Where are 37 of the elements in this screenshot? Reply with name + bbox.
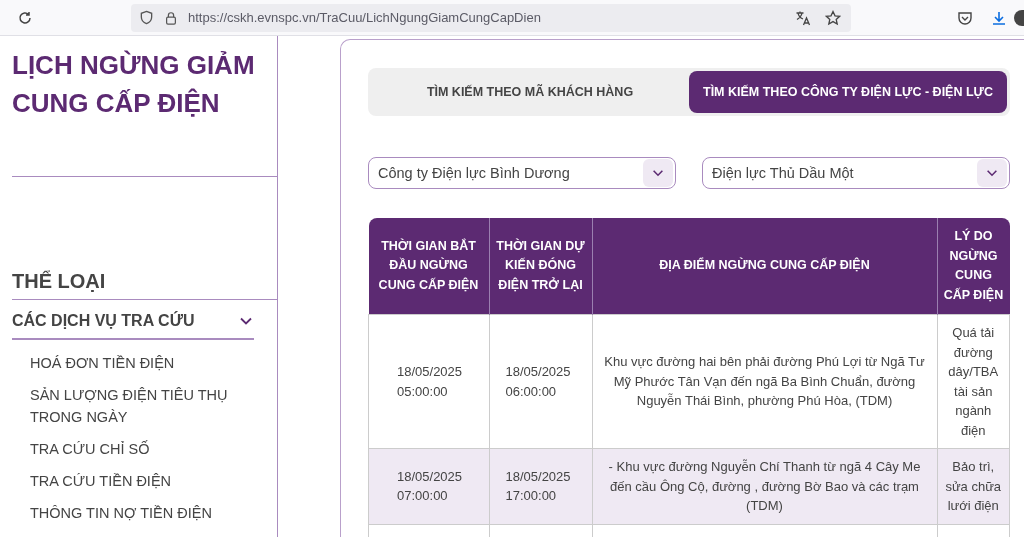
column-header: ĐỊA ĐIỂM NGỪNG CUNG CẤP ĐIỆN [592, 218, 937, 315]
table-cell: Bảo trì, sửa chữa lưới điện [937, 448, 1010, 524]
column-header: THỜI GIAN BẮT ĐẦU NGỪNG CUNG CẤP ĐIỆN [368, 218, 489, 315]
sidebar-link[interactable]: SẢN LƯỢNG ĐIỆN TIÊU THỤ TRONG NGÀY [30, 384, 230, 428]
reload-icon[interactable] [17, 9, 33, 26]
table-cell: 18/05/2025 06:00:00 [489, 314, 592, 449]
column-header: LÝ DO NGỪNG CUNG CẤP ĐIỆN [937, 218, 1010, 315]
sidebar-link[interactable]: HOÁ ĐƠN TIỀN ĐIỆN [30, 352, 230, 374]
star-icon[interactable] [825, 9, 841, 26]
search-tab[interactable]: TÌM KIẾM THEO CÔNG TY ĐIỆN LỰC - ĐIỆN LỰC [689, 71, 1007, 113]
table-cell: - Khu vực đường Nguyễn Chí Thanh từ ngã 4 Cây Me đến cầu Ông Cộ, đường , đường Bờ Bao và các trạm (TDM) [592, 448, 937, 524]
search-tab[interactable]: TÌM KIẾM THEO MÃ KHÁCH HÀNG [371, 71, 689, 113]
table-cell: 18/05/2025 17:00:00 [489, 448, 592, 524]
caret-icon [977, 159, 1007, 187]
dropdown-select[interactable]: Điện lực Thủ Dầu Một [702, 157, 1010, 189]
address-bar[interactable]: https://cskh.evnspc.vn/TraCuu/LichNgungGiamCungCapDien [131, 3, 851, 32]
sidebar-link[interactable]: TRA CỨU CHỈ SỐ [30, 438, 230, 460]
table-cell: Quá tải đường dây/TBA tài sản ngành điện [937, 314, 1010, 449]
account-avatar[interactable] [1014, 9, 1024, 26]
translate-icon[interactable] [795, 9, 811, 26]
table-cell: 18/05/2025 07:00:00 [368, 448, 489, 524]
dropdown-select[interactable]: Công ty Điện lực Bình Dương [368, 157, 676, 189]
table-cell: 18/05/2025 05:00:00 [368, 314, 489, 449]
download-icon[interactable] [991, 9, 1007, 26]
group-label: CÁC DỊCH VỤ TRA CỨU [12, 312, 195, 330]
column-header: THỜI GIAN DỰ KIẾN ĐÓNG ĐIỆN TRỞ LẠI [489, 218, 592, 315]
caret-icon [643, 159, 673, 187]
category-heading: THỂ LOẠI [12, 263, 278, 300]
page-title: LỊCH NGỪNG GIẢM CUNG CẤP ĐIỆN [12, 49, 256, 120]
sidebar-link[interactable]: TRA CỨU TIỀN ĐIỆN [30, 470, 230, 492]
shield-icon [139, 10, 154, 25]
table-cell: Khu vực đường hai bên phải đường Phú Lợi từ Ngã Tư Mỹ Phước Tân Vạn đến ngã Ba Bình Chuẩn, đường Nguyễn Thái Bình, phường Phú Hòa, (TDM) [592, 314, 937, 449]
lock-icon [164, 10, 178, 25]
sidebar-link[interactable]: THÔNG TIN NỢ TIỀN ĐIỆN [30, 502, 230, 524]
url-text: https://cskh.evnspc.vn/TraCuu/LichNgungGiamCungCapDien [188, 10, 542, 25]
pocket-icon[interactable] [957, 9, 973, 26]
category-group-header[interactable]: CÁC DỊCH VỤ TRA CỨU [12, 300, 254, 340]
